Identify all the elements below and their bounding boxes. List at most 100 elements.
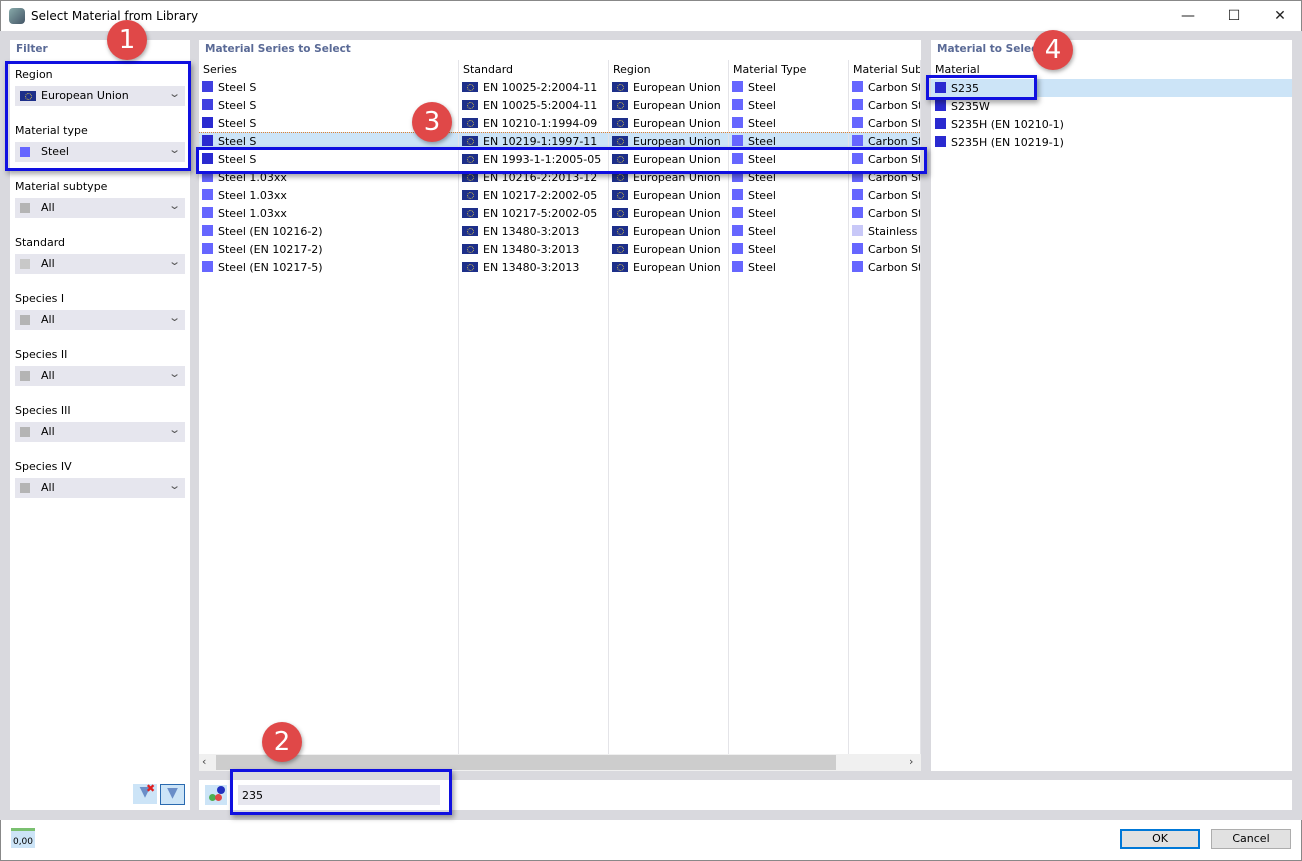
eu-flag-icon <box>612 244 628 254</box>
clear-filter-button[interactable]: ▼ ✖ <box>133 782 157 804</box>
table-cell-region[interactable]: European Union <box>609 186 728 204</box>
column-header-region[interactable]: Region <box>609 60 728 78</box>
material-list-item[interactable]: S235H (EN 10219-1) <box>931 133 1292 151</box>
table-cell-subtype[interactable]: Carbon St <box>849 204 920 222</box>
step-badge-2: 2 <box>262 722 302 762</box>
cell-text: Steel S <box>218 99 257 112</box>
table-cell-type[interactable]: Steel <box>729 114 848 132</box>
table-cell-type[interactable]: Steel <box>729 222 848 240</box>
table-cell-standard[interactable]: EN 13480-3:2013 <box>459 222 608 240</box>
table-cell-subtype[interactable]: Carbon St <box>849 78 920 96</box>
material-info-icon[interactable] <box>205 785 227 805</box>
close-button[interactable]: ✕ <box>1257 1 1302 31</box>
table-cell-series[interactable]: Steel (EN 10216-2) <box>199 222 458 240</box>
color-swatch-icon <box>935 100 946 111</box>
filter-species-i-dropdown[interactable]: All ⌄ <box>15 310 185 330</box>
eu-flag-icon <box>462 208 478 218</box>
table-cell-subtype[interactable]: Carbon St <box>849 114 920 132</box>
cell-text: EN 10210-1:1994-09 <box>483 117 598 130</box>
table-cell-type[interactable]: Steel <box>729 258 848 276</box>
table-cell-region[interactable]: European Union <box>609 114 728 132</box>
column-header-subtype[interactable]: Material Subtype <box>849 60 920 78</box>
filter-species-ii-dropdown[interactable]: All ⌄ <box>15 366 185 386</box>
column-header-series[interactable]: Series <box>199 60 458 78</box>
filter-species-iii-dropdown[interactable]: All ⌄ <box>15 422 185 442</box>
maximize-button[interactable]: ☐ <box>1211 1 1257 31</box>
material-name: S235W <box>951 100 990 113</box>
column-header-standard[interactable]: Standard <box>459 60 608 78</box>
table-cell-type[interactable]: Steel <box>729 96 848 114</box>
table-cell-standard[interactable]: EN 10210-1:1994-09 <box>459 114 608 132</box>
chevron-down-icon: ⌄ <box>167 255 181 268</box>
column-header-type[interactable]: Material Type <box>729 60 848 78</box>
filter-material-subtype-dropdown[interactable]: All ⌄ <box>15 198 185 218</box>
material-list-item[interactable]: S235H (EN 10210-1) <box>931 115 1292 133</box>
table-cell-standard[interactable]: EN 10025-5:2004-11 <box>459 96 608 114</box>
table-cell-subtype[interactable]: Carbon St <box>849 96 920 114</box>
filter-species-iv-dropdown[interactable]: All ⌄ <box>15 478 185 498</box>
units-button[interactable]: 0,00 <box>11 828 35 848</box>
table-cell-type[interactable]: Steel <box>729 78 848 96</box>
scroll-left-arrow[interactable]: ‹ <box>202 755 206 768</box>
color-swatch-icon <box>852 225 863 236</box>
table-cell-region[interactable]: European Union <box>609 240 728 258</box>
cell-text: EN 10217-2:2002-05 <box>483 189 598 202</box>
table-cell-type[interactable]: Steel <box>729 204 848 222</box>
table-cell-series[interactable]: Steel S <box>199 78 458 96</box>
cell-text: Carbon St <box>868 117 921 130</box>
table-cell-series[interactable]: Steel 1.03xx <box>199 186 458 204</box>
color-swatch-icon <box>852 189 863 200</box>
color-swatch-icon <box>852 117 863 128</box>
table-cell-series[interactable]: Steel 1.03xx <box>199 204 458 222</box>
table-cell-standard[interactable]: EN 13480-3:2013 <box>459 258 608 276</box>
scrollbar-thumb[interactable] <box>216 755 836 770</box>
color-swatch-icon <box>732 135 743 146</box>
color-swatch-icon <box>935 118 946 129</box>
color-swatch-icon <box>202 225 213 236</box>
material-name: S235H (EN 10210-1) <box>951 118 1064 131</box>
table-cell-type[interactable]: Steel <box>729 186 848 204</box>
table-cell-standard[interactable]: EN 13480-3:2013 <box>459 240 608 258</box>
table-cell-standard[interactable]: EN 10025-2:2004-11 <box>459 78 608 96</box>
table-cell-region[interactable]: European Union <box>609 78 728 96</box>
cell-text: Steel <box>748 225 776 238</box>
cell-text: Steel <box>748 117 776 130</box>
table-cell-type[interactable]: Steel <box>729 240 848 258</box>
color-swatch-icon <box>732 207 743 218</box>
cell-text: EN 10217-5:2002-05 <box>483 207 598 220</box>
highlight-search <box>230 769 452 815</box>
table-cell-subtype[interactable]: Carbon St <box>849 240 920 258</box>
units-icon-text: 0,00 <box>12 837 34 847</box>
table-cell-region[interactable]: European Union <box>609 204 728 222</box>
eu-flag-icon <box>462 82 478 92</box>
cell-text: European Union <box>633 207 721 220</box>
apply-filter-button[interactable]: ▼ <box>160 784 185 805</box>
filter-label-species-ii: Species II <box>15 348 68 361</box>
eu-flag-icon <box>612 190 628 200</box>
table-cell-region[interactable]: European Union <box>609 258 728 276</box>
ok-button[interactable]: OK <box>1120 829 1200 849</box>
table-cell-standard[interactable]: EN 10217-2:2002-05 <box>459 186 608 204</box>
table-cell-series[interactable]: Steel (EN 10217-5) <box>199 258 458 276</box>
table-cell-standard[interactable]: EN 10217-5:2002-05 <box>459 204 608 222</box>
app-icon <box>9 8 25 24</box>
table-cell-subtype[interactable]: Carbon St <box>849 186 920 204</box>
selected-value: All <box>41 257 55 270</box>
cell-text: Steel <box>748 207 776 220</box>
cancel-button[interactable]: Cancel <box>1211 829 1291 849</box>
table-cell-series[interactable]: Steel (EN 10217-2) <box>199 240 458 258</box>
cell-text: Steel S <box>218 81 257 94</box>
eu-flag-icon <box>462 262 478 272</box>
cell-text: European Union <box>633 81 721 94</box>
table-cell-subtype[interactable]: Carbon St <box>849 258 920 276</box>
table-cell-region[interactable]: European Union <box>609 222 728 240</box>
filter-standard-dropdown[interactable]: All ⌄ <box>15 254 185 274</box>
chevron-down-icon: ⌄ <box>167 423 181 436</box>
minimize-button[interactable]: — <box>1165 1 1211 31</box>
color-swatch-icon <box>852 261 863 272</box>
scroll-right-arrow[interactable]: › <box>909 755 913 768</box>
color-swatch-icon <box>732 225 743 236</box>
filter-label-species-iv: Species IV <box>15 460 72 473</box>
table-cell-region[interactable]: European Union <box>609 96 728 114</box>
table-cell-subtype[interactable]: Stainless S <box>849 222 920 240</box>
